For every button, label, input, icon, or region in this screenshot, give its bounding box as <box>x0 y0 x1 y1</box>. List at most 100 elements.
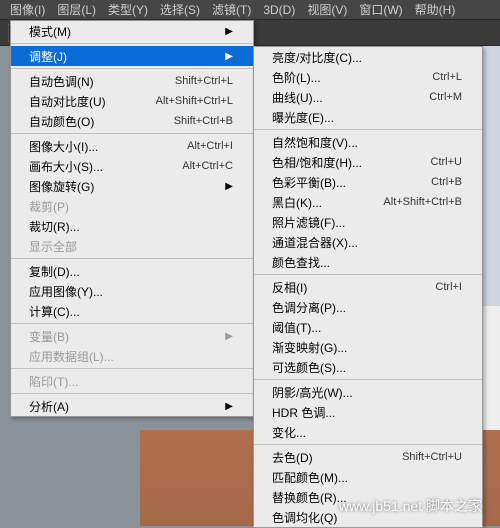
menu-item[interactable]: 模式(M) ▶ <box>11 21 253 41</box>
menu-item: 变量(B) ▶ <box>11 326 253 346</box>
menu-item[interactable]: 类型(Y) <box>102 1 154 18</box>
menu-item[interactable]: 色相/饱和度(H)... Ctrl+U <box>254 152 482 172</box>
menu-item[interactable]: 匹配颜色(M)... <box>254 467 482 487</box>
shortcut-label: Ctrl+I <box>435 281 462 293</box>
menu-item[interactable]: 色调分离(P)... <box>254 297 482 317</box>
menu-item: 显示全部 <box>11 236 253 256</box>
menu-item[interactable]: 自然饱和度(V)... <box>254 132 482 152</box>
menu-item[interactable]: 画布大小(S)... Alt+Ctrl+C <box>11 156 253 176</box>
menu-item[interactable]: 图像大小(I)...Alt+Ctrl+I <box>11 136 253 156</box>
menu-item-label: HDR 色调... <box>272 404 335 421</box>
submenu-arrow-icon: ▶ <box>225 401 233 412</box>
menu-item: 应用数据组(L)... <box>11 346 253 366</box>
menu-item-label: 反相(I) <box>272 279 307 296</box>
menu-item[interactable]: 阈值(T)... <box>254 317 482 337</box>
menu-item[interactable]: 视图(V) <box>301 1 353 18</box>
menu-item[interactable]: 可选颜色(S)... <box>254 357 482 377</box>
shortcut-label: Alt+Shift+Ctrl+B <box>383 196 462 208</box>
menu-item-label: 图像大小(I)... <box>29 138 98 155</box>
adjustments-submenu: 亮度/对比度(C)...色阶(L)...Ctrl+L 曲线(U)... Ctrl+M… <box>253 46 483 528</box>
menu-item-label: 色调分离(P)... <box>272 299 346 316</box>
menu-item[interactable]: HDR 色调... <box>254 402 482 422</box>
menu-item-label: 复制(D)... <box>29 263 80 280</box>
menu-item[interactable]: 滤镜(T) <box>206 1 257 18</box>
main-menubar: 图像(I)图层(L)类型(Y)选择(S)滤镜(T)3D(D)视图(V)窗口(W)… <box>0 0 500 20</box>
menu-item-label: 替换颜色(R)... <box>272 489 347 506</box>
menu-item-label: 去色(D) <box>272 449 313 466</box>
menu-item-label: 匹配颜色(M)... <box>272 469 348 486</box>
menu-item[interactable]: 通道混合器(X)... <box>254 232 482 252</box>
menu-item-label: 分析(A) <box>29 398 69 415</box>
menu-item-label: 应用数据组(L)... <box>29 348 114 365</box>
menu-item[interactable]: 图像(I) <box>4 1 51 18</box>
menu-item[interactable]: 复制(D)... <box>11 261 253 281</box>
menu-item-label: 色相/饱和度(H)... <box>272 154 362 171</box>
menu-item-label: 模式(M) <box>29 23 71 40</box>
menu-item[interactable]: 照片滤镜(F)... <box>254 212 482 232</box>
shortcut-label: Shift+Ctrl+U <box>402 451 462 463</box>
menu-item: 裁剪(P) <box>11 196 253 216</box>
menu-item-label: 自然饱和度(V)... <box>272 134 358 151</box>
menu-item-label: 阴影/高光(W)... <box>272 384 353 401</box>
menu-item-label: 渐变映射(G)... <box>272 339 347 356</box>
menu-item[interactable]: 反相(I) Ctrl+I <box>254 277 482 297</box>
menu-item-label: 可选颜色(S)... <box>272 359 346 376</box>
image-menu-dropdown: 模式(M)▶调整(J)▶自动色调(N)Shift+Ctrl+L自动对比度(U)A… <box>10 20 254 417</box>
menu-item-label: 裁切(R)... <box>29 218 80 235</box>
menu-item-label: 自动对比度(U) <box>29 93 106 110</box>
menu-item[interactable]: 黑白(K)... Alt+Shift+Ctrl+B <box>254 192 482 212</box>
menu-item-label: 变化... <box>272 424 306 441</box>
shortcut-label: Shift+Ctrl+L <box>175 75 233 87</box>
watermark-text: www.jb51.net 脚本之家 <box>339 496 482 516</box>
menu-item-label: 画布大小(S)... <box>29 158 103 175</box>
menu-item-label: 色彩平衡(B)... <box>272 174 346 191</box>
menu-item[interactable]: 窗口(W) <box>353 1 408 18</box>
menu-item-label: 阈值(T)... <box>272 319 321 336</box>
shortcut-label: Shift+Ctrl+B <box>174 115 233 127</box>
submenu-arrow-icon: ▶ <box>225 331 233 342</box>
menu-item-label: 颜色查找... <box>272 254 330 271</box>
menu-item-label: 自动色调(N) <box>29 73 94 90</box>
menu-item[interactable]: 自动对比度(U)Alt+Shift+Ctrl+L <box>11 91 253 111</box>
menu-item[interactable]: 渐变映射(G)... <box>254 337 482 357</box>
menu-item[interactable]: 曝光度(E)... <box>254 107 482 127</box>
menu-item-label: 通道混合器(X)... <box>272 234 358 251</box>
shortcut-label: Ctrl+U <box>431 156 462 168</box>
menu-item[interactable]: 应用图像(Y)... <box>11 281 253 301</box>
menu-item[interactable]: 3D(D) <box>257 3 301 17</box>
menu-item[interactable]: 帮助(H) <box>409 1 462 18</box>
menu-item-label: 曝光度(E)... <box>272 109 334 126</box>
menu-item[interactable]: 裁切(R)... <box>11 216 253 236</box>
menu-item[interactable]: 阴影/高光(W)... <box>254 382 482 402</box>
submenu-arrow-icon: ▶ <box>225 26 233 37</box>
menu-item[interactable]: 曲线(U)... Ctrl+M <box>254 87 482 107</box>
menu-item-label: 陷印(T)... <box>29 373 78 390</box>
menu-item-label: 变量(B) <box>29 328 69 345</box>
menu-item[interactable]: 颜色查找... <box>254 252 482 272</box>
menu-item[interactable]: 自动颜色(O)Shift+Ctrl+B <box>11 111 253 131</box>
menu-item[interactable]: 亮度/对比度(C)... <box>254 47 482 67</box>
menu-item[interactable]: 图像旋转(G)▶ <box>11 176 253 196</box>
menu-item[interactable]: 色阶(L)...Ctrl+L <box>254 67 482 87</box>
menu-item[interactable]: 去色(D) Shift+Ctrl+U <box>254 447 482 467</box>
menu-item[interactable]: 分析(A) ▶ <box>11 396 253 416</box>
menu-item-label: 曲线(U)... <box>272 89 323 106</box>
menu-item[interactable]: 图层(L) <box>51 1 102 18</box>
menu-item[interactable]: 变化... <box>254 422 482 442</box>
menu-item-label: 黑白(K)... <box>272 194 322 211</box>
menu-item-label: 应用图像(Y)... <box>29 283 103 300</box>
menu-item-label: 显示全部 <box>29 238 77 255</box>
menu-item-label: 色阶(L)... <box>272 69 321 86</box>
menu-item-label: 色调均化(Q) <box>272 509 337 526</box>
menu-item[interactable]: 自动色调(N) Shift+Ctrl+L <box>11 71 253 91</box>
menu-item-label: 照片滤镜(F)... <box>272 214 345 231</box>
menu-item[interactable]: 调整(J)▶ <box>11 46 253 66</box>
menu-item-label: 图像旋转(G) <box>29 178 94 195</box>
shortcut-label: Alt+Ctrl+C <box>182 160 233 172</box>
menu-item-label: 调整(J) <box>29 48 67 65</box>
menu-item[interactable]: 选择(S) <box>154 1 206 18</box>
shortcut-label: Ctrl+M <box>429 91 462 103</box>
menu-item[interactable]: 计算(C)... <box>11 301 253 321</box>
menu-item: 陷印(T)... <box>11 371 253 391</box>
menu-item[interactable]: 色彩平衡(B)...Ctrl+B <box>254 172 482 192</box>
